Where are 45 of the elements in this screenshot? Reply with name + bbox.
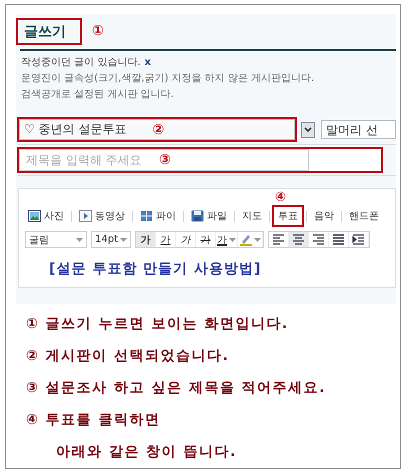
format-button[interactable]: 가 <box>156 232 176 247</box>
instruction-text: ③ 설문조사 하고 싶은 제목을 적어주세요. <box>26 379 328 398</box>
justify-icon <box>332 233 345 246</box>
photo-icon <box>28 210 41 222</box>
format-button[interactable]: 가 <box>196 232 216 247</box>
floppy-icon <box>191 210 204 222</box>
instruction-text: ② 게시판이 선택되었습니다. <box>26 347 230 366</box>
caret-icon <box>76 238 83 242</box>
format-button[interactable]: 가 <box>136 232 156 247</box>
size-select[interactable]: 14pt <box>91 231 131 248</box>
highlighter-icon <box>239 233 252 246</box>
indent-icon <box>352 233 365 246</box>
align-center-icon <box>292 233 305 246</box>
prefix-select[interactable]: 말머리 선 <box>321 120 396 139</box>
board-select[interactable]: ♡ 중년의 설문투표 ② <box>19 119 295 140</box>
caret-icon <box>229 238 236 242</box>
play-icon <box>79 210 92 222</box>
instruction-text: ① 글쓰기 누르면 보이는 화면입니다. <box>26 315 290 334</box>
toolbar-button[interactable]: 지도 <box>239 207 265 225</box>
instruction-text: 아래와 같은 창이 뜹니다. <box>55 443 238 462</box>
align-left-icon <box>272 233 285 246</box>
font-select[interactable]: 굴림 <box>25 231 87 248</box>
toolbar-button[interactable]: 파일 <box>188 207 230 225</box>
step-marker: ④ <box>275 190 286 205</box>
notice-text: 작성중이던 글이 있습니다. <box>21 56 141 70</box>
editor-heading: [설문 투표함 만들기 사용방법] <box>49 260 262 278</box>
dismiss-link[interactable]: x <box>144 55 151 71</box>
format-button[interactable]: 가 <box>176 232 196 247</box>
step-marker: ③ <box>159 152 171 168</box>
toolbar-button[interactable]: 음악 <box>311 207 337 225</box>
instruction-text: ④ 투표를 클릭하면 <box>26 411 162 430</box>
toolbar-button[interactable]: 사진 <box>25 207 67 225</box>
toolbar-button[interactable]: 핸드폰 <box>346 207 382 225</box>
notice-text: 운영진이 글속성(크기,색깔,굵기) 지정을 하지 않은 게시판입니다. <box>21 72 314 86</box>
toolbar-button[interactable]: 파이 <box>137 207 179 225</box>
caret-icon <box>254 238 261 242</box>
caret-icon <box>120 238 127 242</box>
format-button[interactable] <box>289 232 309 247</box>
notice-text: 검색공개로 설정된 게시판 입니다. <box>21 88 174 102</box>
toolbar-button[interactable]: 동영상 <box>76 207 128 225</box>
grid-icon <box>140 210 153 222</box>
align-right-icon <box>312 233 325 246</box>
step-marker: ② <box>152 122 164 138</box>
format-button[interactable]: 가 <box>216 232 238 247</box>
step-marker: ① <box>92 23 104 39</box>
